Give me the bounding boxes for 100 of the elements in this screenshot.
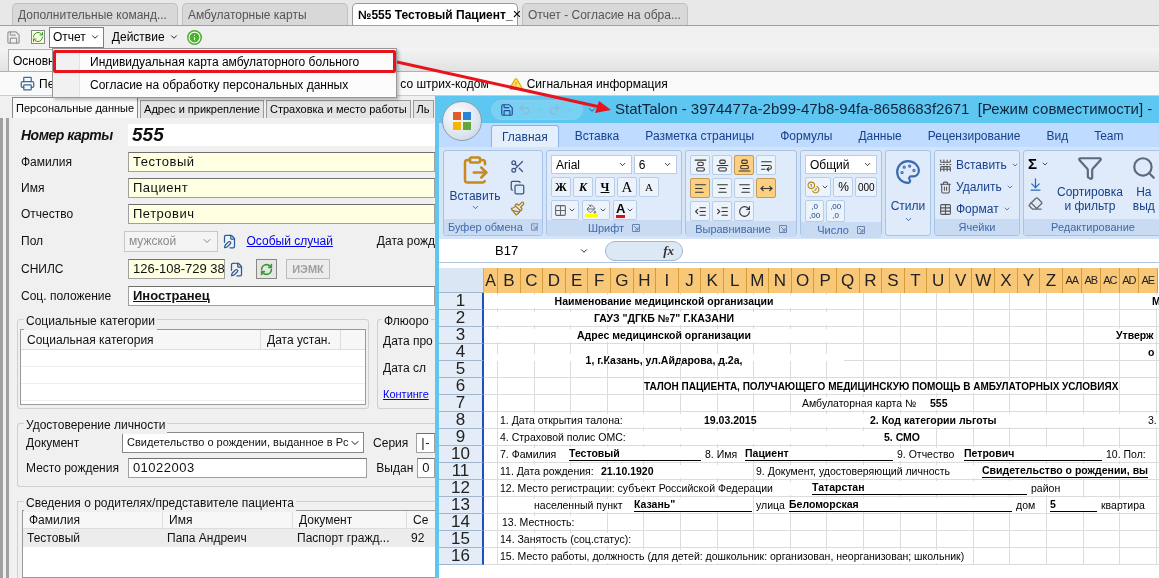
column-header[interactable]: B xyxy=(498,268,521,293)
name-box[interactable]: B17 xyxy=(447,240,597,261)
column-header[interactable]: L xyxy=(723,268,747,293)
document-tab[interactable]: №555 Тестовый Пациент_× xyxy=(352,3,518,25)
dialog-launcher-icon[interactable] xyxy=(778,225,787,233)
styles-button[interactable]: Стили xyxy=(890,155,926,224)
column-header[interactable]: O xyxy=(791,268,815,293)
alignment-button[interactable] xyxy=(712,155,732,175)
column-header[interactable]: Документ xyxy=(293,511,407,528)
refresh-icon[interactable] xyxy=(31,30,45,44)
cells-button[interactable]: Вставить xyxy=(939,155,1015,175)
cells-button[interactable]: Удалить xyxy=(939,177,1015,197)
column-header[interactable]: N xyxy=(769,268,792,293)
toolbar-action[interactable]: Сигнальная информация xyxy=(508,74,668,93)
ribbon-tab[interactable]: Рецензирование xyxy=(917,125,1031,147)
toolbar-action[interactable]: со штрих-кодом xyxy=(400,74,489,93)
birthplace-field[interactable]: 01022003 xyxy=(127,458,368,478)
text-field[interactable]: Петрович xyxy=(128,204,435,224)
font-style-button[interactable]: К xyxy=(573,177,593,197)
shrink-font-button[interactable]: A xyxy=(639,177,659,197)
text-field[interactable]: Тестовый xyxy=(128,152,435,172)
row-header[interactable]: 2 xyxy=(439,310,484,327)
alignment-button[interactable] xyxy=(712,201,732,221)
column-header[interactable]: H xyxy=(633,268,657,293)
column-header[interactable]: W xyxy=(972,268,996,293)
font-style-button[interactable]: Ж xyxy=(551,177,571,197)
refresh-button[interactable] xyxy=(256,259,277,279)
form-tab[interactable]: Страховка и место работы xyxy=(265,100,411,118)
font-name-select[interactable]: Arial xyxy=(551,155,632,174)
save-icon[interactable] xyxy=(6,29,21,45)
row-header[interactable]: 5 xyxy=(439,361,484,378)
cut-icon[interactable] xyxy=(510,159,525,174)
ribbon-tab[interactable]: Главная xyxy=(491,125,559,147)
alignment-button[interactable] xyxy=(712,178,732,198)
find-button[interactable]: На выд xyxy=(1130,155,1157,213)
document-tab[interactable]: Отчет - Согласие на обра... xyxy=(522,3,688,25)
brush-icon[interactable] xyxy=(510,201,525,216)
column-header[interactable]: R xyxy=(859,268,883,293)
percent-button[interactable]: % xyxy=(833,177,854,197)
document-select[interactable]: Свидетельство о рождении, выданное в Рс xyxy=(122,432,365,453)
column-header[interactable]: G xyxy=(610,268,634,293)
ribbon-tab[interactable]: Вид xyxy=(1036,125,1079,147)
number-format-select[interactable]: Общий xyxy=(805,155,877,174)
row-header[interactable]: 1 xyxy=(439,293,484,310)
cells-button[interactable]: Формат xyxy=(939,199,1015,219)
sum-button[interactable]: Σ xyxy=(1028,155,1049,173)
column-header[interactable]: V xyxy=(949,268,973,293)
menu-button[interactable]: Отчет xyxy=(49,26,104,48)
column-header[interactable]: C xyxy=(520,268,544,293)
series-field[interactable]: |- xyxy=(416,432,435,453)
column-header[interactable]: M xyxy=(746,268,770,293)
menu-item[interactable]: Индивидуальная карта амбулаторного больного xyxy=(53,50,396,73)
column-header[interactable]: K xyxy=(701,268,724,293)
form-tab[interactable]: Персональные данные xyxy=(12,97,139,118)
paste-button[interactable]: Вставить xyxy=(448,155,502,216)
font-color-button[interactable]: A xyxy=(613,200,638,220)
row-header[interactable]: 11 xyxy=(439,463,484,480)
column-header[interactable]: Y xyxy=(1017,268,1041,293)
column-header[interactable]: Q xyxy=(836,268,860,293)
save-icon[interactable] xyxy=(500,102,514,117)
alignment-button[interactable] xyxy=(734,178,754,198)
row-header[interactable]: 13 xyxy=(439,497,484,514)
function-button-bar[interactable]: fx xyxy=(605,240,683,261)
contingent-link[interactable]: Континге xyxy=(383,386,435,403)
document-tab[interactable]: Амбулаторные карты xyxy=(182,3,348,25)
issued-field[interactable]: 0 xyxy=(417,458,435,478)
snils-field[interactable]: 126-108-729 38 xyxy=(128,259,225,279)
column-header[interactable]: P xyxy=(814,268,837,293)
fill-color-button[interactable] xyxy=(582,200,610,220)
row-header[interactable]: 6 xyxy=(439,378,484,395)
column-header[interactable]: D xyxy=(543,268,566,293)
sort-filter-button[interactable]: Сортировка и фильтр xyxy=(1057,155,1123,213)
alignment-button[interactable] xyxy=(734,201,754,221)
eraser-icon[interactable] xyxy=(1028,196,1043,211)
column-header[interactable]: S xyxy=(882,268,905,293)
column-header[interactable]: U xyxy=(927,268,950,293)
document-tab[interactable]: Дополнительные команд... xyxy=(12,3,178,25)
special-case-link[interactable]: Особый случай xyxy=(246,232,333,250)
row-header[interactable]: 4 xyxy=(439,344,484,361)
ribbon-tab[interactable]: Данные xyxy=(848,125,912,147)
menu-item[interactable]: Согласие на обработку персональных данных xyxy=(53,73,396,96)
column-header[interactable]: F xyxy=(588,268,611,293)
edit-document-icon[interactable] xyxy=(229,261,244,277)
column-header[interactable]: Z xyxy=(1040,268,1063,293)
alignment-button[interactable] xyxy=(756,178,776,198)
ribbon-tab[interactable]: Вставка xyxy=(564,125,630,147)
ribbon-tab[interactable]: Разметка страницы xyxy=(635,125,765,147)
row-header[interactable]: 15 xyxy=(439,531,484,548)
row-header[interactable]: 14 xyxy=(439,514,484,531)
row-header[interactable]: 8 xyxy=(439,412,484,429)
font-size-select[interactable]: 6 xyxy=(633,155,677,174)
row-header[interactable]: 12 xyxy=(439,480,484,497)
ribbon-tab[interactable]: Team xyxy=(1084,125,1134,147)
borders-button[interactable] xyxy=(551,200,579,220)
alignment-button[interactable] xyxy=(756,155,776,175)
fill-down-icon[interactable] xyxy=(1028,177,1043,192)
dialog-launcher-icon[interactable] xyxy=(632,224,641,232)
text-field[interactable]: Пациент xyxy=(128,178,435,198)
alignment-button[interactable] xyxy=(690,201,710,221)
social-status-field[interactable]: Иностранец xyxy=(128,286,435,306)
